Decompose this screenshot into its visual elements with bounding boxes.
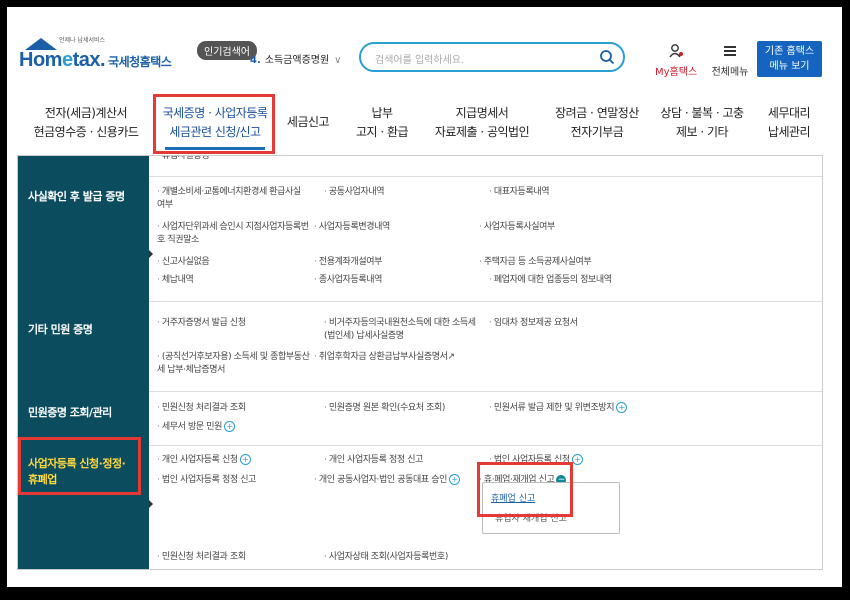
plus-icon[interactable]: + <box>571 454 583 465</box>
popular-search-select[interactable]: 4. 소득금액증명원 ∨ <box>250 51 342 66</box>
main-nav: 전자(세금)계산서 현금영수증 · 신용카드 국세증명 · 사업자등록 세금관련 신… <box>7 99 842 151</box>
menu-link[interactable]: 사업자상태 조회(사업자등록번호) <box>324 551 448 564</box>
nav-incentive[interactable]: 장려금 · 연말정산 전자기부금 <box>547 104 647 142</box>
menu-link[interactable]: 개인 사업자등록 정정 신고 <box>324 454 423 467</box>
menu-content-panel: 휴업사실증명 사실확인 후 발급 증명 개별소비세·교통에너지환경세 환급사실 … <box>17 155 823 570</box>
menu-link[interactable]: (공직선거후보자용) 소득세 및 종합부동산세 납부·체납증명서 <box>157 351 312 377</box>
my-hometax-label: My홈택스 <box>655 67 698 78</box>
row-fact: 사실확인 후 발급 증명 개별소비세·교통에너지환경세 환급사실 여부 공동사업… <box>18 176 822 302</box>
hamburger-icon <box>724 46 736 56</box>
nav-consult[interactable]: 상담 · 불복 · 고충 제보 · 기타 <box>657 104 747 142</box>
logo-wordmark: Hometax. 국세청홈택스 <box>19 49 172 71</box>
menu-link[interactable]: 임대차 정보제공 요청서 <box>489 317 639 330</box>
highlight-box-biz-title <box>18 437 141 495</box>
logo-tagline: 언제나 납세서비스 <box>59 37 106 44</box>
plus-icon[interactable]: + <box>224 421 236 432</box>
user-icon <box>669 44 683 58</box>
row-partial: 휴업사실증명 <box>18 156 822 177</box>
menu-link[interactable]: 법인 사업자등록 정정 신고 <box>157 474 256 487</box>
old-menu-label-2: 메뉴 보기 <box>769 61 810 72</box>
all-menu-button[interactable]: 전체메뉴 <box>709 43 751 78</box>
caret-icon <box>149 500 153 508</box>
menu-link[interactable]: 개인 공동사업자·법인 공동대표 승인+ <box>314 474 460 487</box>
search-icon[interactable] <box>599 49 615 65</box>
menu-link[interactable]: 사업자등록변경내역 <box>314 221 464 234</box>
row-body-fact: 개별소비세·교통에너지환경세 환급사실 여부 공동사업자내역 대표자등록내역 사… <box>149 176 822 302</box>
menu-link[interactable]: 체납내역 <box>157 274 307 287</box>
nav-payment-statement[interactable]: 지급명세서 자료제출 · 공익법인 <box>427 104 537 142</box>
plus-icon[interactable]: + <box>239 454 251 465</box>
menu-link[interactable]: 사업자단위과세 승인시 지점사업자등록번호 직권말소 <box>157 221 312 247</box>
menu-link[interactable]: 세무서 방문 민원+ <box>157 421 236 434</box>
row-etc: 기타 민원 증명 거주자증명서 발급 신청 비거주자등의국내원천소득에 대한 소… <box>18 301 822 392</box>
row-body-partial: 휴업사실증명 <box>149 156 822 177</box>
menu-link[interactable]: 개별소비세·교통에너지환경세 환급사실 여부 <box>157 186 307 212</box>
highlight-box-closure <box>477 462 573 517</box>
plus-icon[interactable]: + <box>616 402 628 413</box>
menu-link[interactable]: 비거주자등의국내원천소득에 대한 소득세(법인세) 납세사실증명 <box>324 317 479 343</box>
menu-link[interactable]: 휴업사실증명 <box>157 156 210 163</box>
menu-link[interactable]: 신고사실없음 <box>157 256 307 269</box>
row-body-inquiry: 민원신청 처리결과 조회 민원증명 원본 확인(수요처 조회) 민원서류 발급 … <box>149 391 822 446</box>
search-placeholder: 검색어를 입력하세요. <box>375 55 465 66</box>
menu-link[interactable]: 공동사업자내역 <box>324 186 474 199</box>
menu-link[interactable]: 폐업자에 대한 업종등의 정보내역 <box>489 274 659 287</box>
menu-link[interactable]: 민원신청 처리결과 조회 <box>157 402 246 415</box>
nav-agent[interactable]: 세무대리 납세관리 <box>759 104 819 142</box>
row-title-fact: 사실확인 후 발급 증명 <box>18 176 149 301</box>
nav-payment[interactable]: 납부 고지 · 환급 <box>352 104 412 142</box>
browser-frame: 언제나 납세서비스 Hometax. 국세청홈택스 인기검색어 4. 소득금액증명원… <box>7 7 842 587</box>
nav-einvoice[interactable]: 전자(세금)계산서 현금영수증 · 신용카드 <box>31 104 141 142</box>
caret-icon <box>149 250 153 258</box>
menu-link[interactable]: 종사업자등록내역 <box>314 274 464 287</box>
menu-link[interactable]: 거주자증명서 발급 신청 <box>157 317 307 330</box>
popular-search-badge: 인기검색어 <box>197 41 257 60</box>
menu-link[interactable]: 전용계좌개설여부 <box>314 256 464 269</box>
row-head-partial <box>18 156 149 176</box>
search-input[interactable]: 검색어를 입력하세요. <box>359 42 625 72</box>
menu-link[interactable]: 민원서류 발급 제한 및 위변조방지+ <box>489 402 628 415</box>
old-menu-label-1: 기존 홈택스 <box>764 46 815 57</box>
hometax-logo[interactable]: 언제나 납세서비스 Hometax. 국세청홈택스 <box>19 35 172 75</box>
all-menu-label: 전체메뉴 <box>711 67 749 78</box>
menu-link[interactable]: 주택자금 등 소득공제사실여부 <box>479 256 649 269</box>
highlight-box-nav <box>153 94 275 154</box>
nav-tax-report[interactable]: 세금신고 <box>283 113 333 132</box>
menu-link[interactable]: 사업자등록사실여부 <box>479 221 629 234</box>
menu-link[interactable]: 민원증명 원본 확인(수요처 조회) <box>324 402 445 415</box>
row-body-etc: 거주자증명서 발급 신청 비거주자등의국내원천소득에 대한 소득세(법인세) 납… <box>149 301 822 392</box>
menu-link[interactable]: 대표자등록내역 <box>489 186 639 199</box>
row-title-etc: 기타 민원 증명 <box>18 301 149 391</box>
chevron-down-icon: ∨ <box>334 55 342 66</box>
my-hometax-button[interactable]: My홈택스 <box>655 43 697 78</box>
plus-icon[interactable]: + <box>448 474 460 485</box>
menu-link[interactable]: 개인 사업자등록 신청+ <box>157 454 251 467</box>
menu-link[interactable]: 취업후학자금 상환금납부사실증명서↗ <box>314 351 474 364</box>
external-link-icon: ↗ <box>447 352 455 362</box>
menu-link[interactable]: 민원신청 처리결과 조회 <box>157 551 246 564</box>
old-menu-button[interactable]: 기존 홈택스 메뉴 보기 <box>757 41 822 77</box>
